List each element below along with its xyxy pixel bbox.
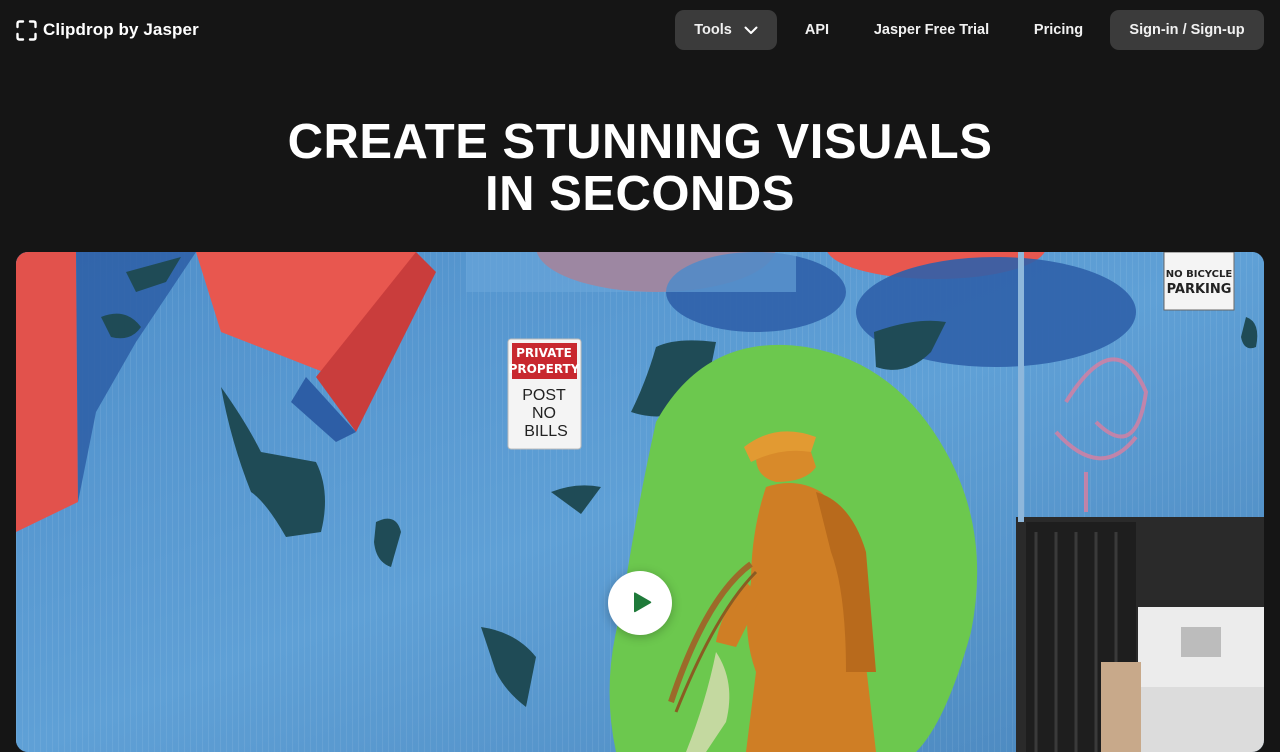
sign-no-bicycle: NO BICYCLE [1166,269,1233,280]
private-property-sign: PRIVATE PROPERTY POST NO BILLS [507,338,582,450]
tools-dropdown-button[interactable]: Tools [675,10,777,50]
jasper-free-trial-link[interactable]: Jasper Free Trial [860,10,1003,50]
brand-logo[interactable]: Clipdrop by Jasper [16,18,199,42]
api-link[interactable]: API [790,10,844,50]
play-icon [634,592,652,613]
sign-property: PROPERTY [509,362,580,376]
sign-parking: PARKING [1167,282,1232,297]
sign-private: PRIVATE [516,346,572,360]
hero-headline: CREATE STUNNING VISUALS IN SECONDS [0,116,1280,220]
clipdrop-logo-icon [16,19,37,41]
hero-line-1: CREATE STUNNING VISUALS [287,115,993,169]
play-button[interactable] [608,571,672,635]
chevron-down-icon [744,26,758,34]
hero-line-2: IN SECONDS [485,167,795,221]
pricing-link[interactable]: Pricing [1019,10,1098,50]
top-navigation: Clipdrop by Jasper Tools API Jasper Free… [0,0,1280,60]
sign-in-button[interactable]: Sign-in / Sign-up [1110,10,1264,50]
demo-video[interactable]: NO BICYCLE PARKING PRIVATE PROPERTY POST… [16,252,1264,752]
sign-no: NO [532,405,556,422]
sign-bills: BILLS [524,423,568,440]
sign-post: POST [522,387,566,404]
tools-label: Tools [694,22,732,38]
video-frame-image: NO BICYCLE PARKING PRIVATE PROPERTY POST… [16,252,1264,752]
no-bicycle-parking-sign: NO BICYCLE PARKING [1163,252,1235,311]
brand-name: Clipdrop by Jasper [43,20,199,39]
